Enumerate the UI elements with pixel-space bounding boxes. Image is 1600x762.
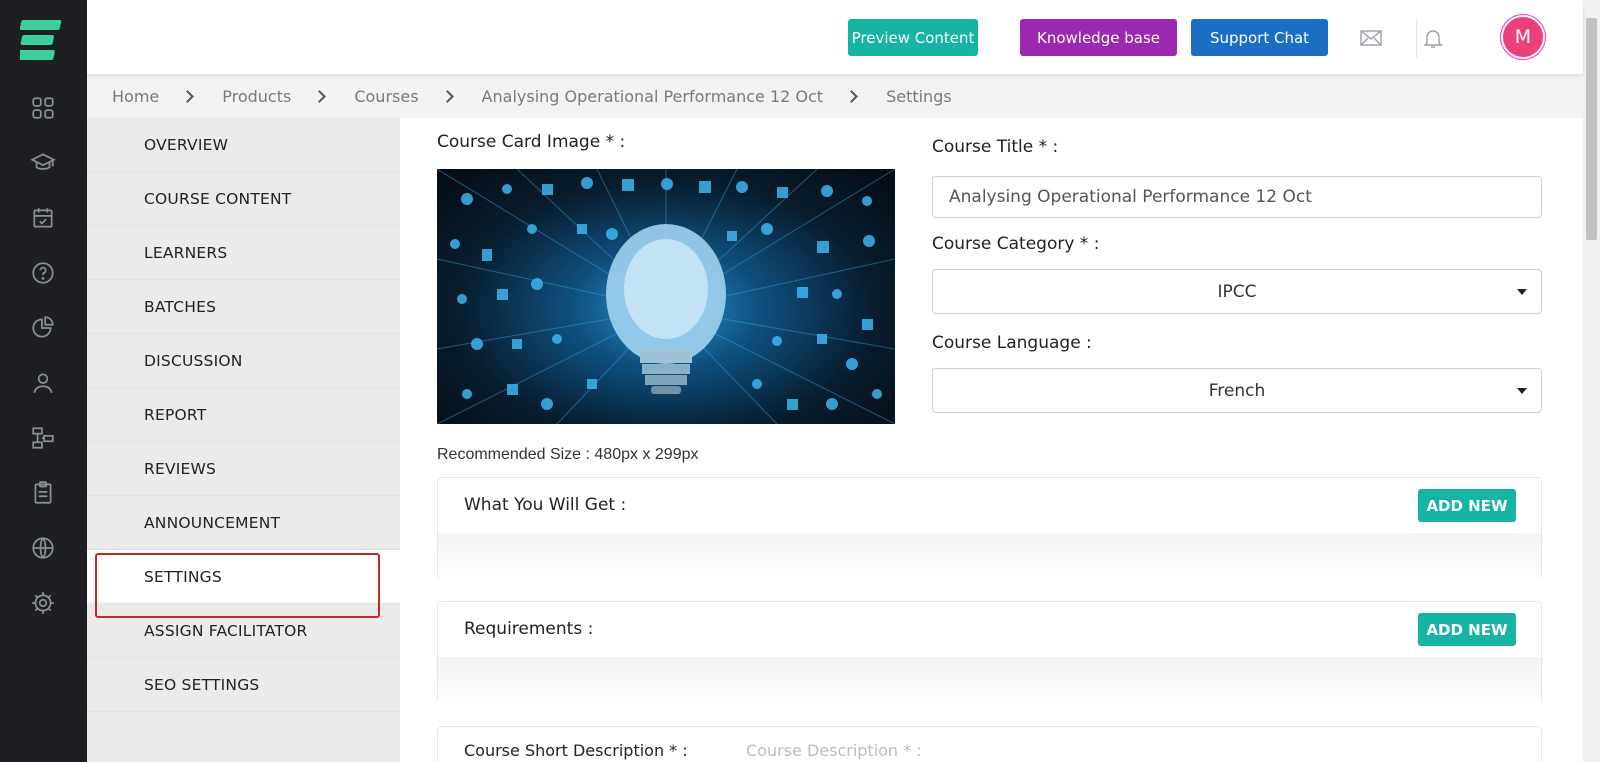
flow-icon[interactable] [28,423,58,453]
top-header: Preview Content Knowledge base Support C… [87,0,1583,74]
support-chat-button[interactable]: Support Chat [1191,19,1328,56]
breadcrumb-products[interactable]: Products [222,87,291,106]
menu-item-discussion[interactable]: DISCUSSION [87,334,400,388]
course-card-image[interactable] [437,169,895,424]
course-category-select[interactable]: IPCC [932,269,1542,314]
tab-description[interactable]: Course Description * : [746,741,922,760]
course-title-label: Course Title * : [932,137,1059,157]
preview-content-button[interactable]: Preview Content [848,19,978,56]
what-you-will-get-title: What You Will Get : [464,495,627,515]
chevron-right-icon [181,89,195,103]
lightbulb-illustration [437,169,895,424]
knowledge-base-button[interactable]: Knowledge base [1020,19,1177,56]
app-logo-icon[interactable] [20,18,64,62]
help-circle-icon[interactable] [28,258,58,288]
scrollbar-thumb[interactable] [1586,18,1597,240]
course-language-value: French [1208,380,1266,401]
tab-short-description[interactable]: Course Short Description * : [464,741,688,760]
caret-down-icon [1517,388,1527,394]
page-scrollbar[interactable] [1583,0,1600,762]
card-image-label: Course Card Image * : [437,132,626,152]
course-title-input[interactable]: Analysing Operational Performance 12 Oct [932,176,1542,218]
menu-item-announcement[interactable]: ANNOUNCEMENT [87,496,400,550]
menu-item-settings[interactable]: SETTINGS [87,550,400,604]
chevron-right-icon [845,89,858,103]
user-icon[interactable] [28,368,58,398]
add-what-you-get-button[interactable]: ADD NEW [1418,489,1516,522]
course-category-label: Course Category * : [932,234,1100,254]
graduation-cap-icon[interactable] [28,148,58,178]
settings-icon[interactable] [28,588,58,618]
add-requirement-button[interactable]: ADD NEW [1418,613,1516,646]
menu-item-learners[interactable]: LEARNERS [87,226,400,280]
course-language-label: Course Language : [932,333,1092,353]
requirements-title: Requirements : [464,619,594,639]
settings-form: Course Card Image * : Recommended Size:… [400,118,1583,762]
description-panel: Course Short Description * : Course Desc… [437,726,1542,762]
calendar-check-icon[interactable] [28,203,58,233]
breadcrumb-courses[interactable]: Courses [354,87,418,106]
course-category-value: IPCC [1217,281,1257,302]
breadcrumb-settings: Settings [886,86,952,106]
menu-item-report[interactable]: REPORT [87,388,400,442]
what-you-will-get-list [438,533,1541,581]
breadcrumb: Home Products Courses Analysing Operatio… [87,74,1583,118]
breadcrumb-home[interactable]: Home [112,87,159,106]
bell-icon[interactable] [1419,24,1447,52]
recommended-size-text: Recommended Size : 480px x 299px [437,446,699,463]
requirements-panel: Requirements : ADD NEW [437,601,1542,705]
breadcrumb-course[interactable]: Analysing Operational Performance 12 Oct [482,87,824,106]
dashboard-icon[interactable] [28,93,58,123]
icon-rail [0,0,87,762]
caret-down-icon [1517,289,1527,295]
clipboard-icon[interactable] [28,478,58,508]
menu-item-assign-facilitator[interactable]: ASSIGN FACILITATOR [87,604,400,658]
chevron-right-icon [440,89,454,103]
globe-icon[interactable] [28,533,58,563]
chevron-right-icon [313,89,327,103]
course-menu: OVERVIEW COURSE CONTENT LEARNERS BATCHES… [87,118,400,762]
menu-item-reviews[interactable]: REVIEWS [87,442,400,496]
menu-item-overview[interactable]: OVERVIEW [87,118,400,172]
header-divider [1416,18,1417,58]
what-you-will-get-panel: What You Will Get : ADD NEW [437,477,1542,581]
avatar[interactable]: M [1501,15,1545,59]
pie-chart-icon[interactable] [28,313,58,343]
course-language-select[interactable]: French [932,368,1542,413]
menu-item-course-content[interactable]: COURSE CONTENT [87,172,400,226]
menu-item-seo-settings[interactable]: SEO SETTINGS [87,658,400,712]
menu-item-batches[interactable]: BATCHES [87,280,400,334]
mail-icon[interactable] [1357,24,1385,52]
requirements-list [438,657,1541,705]
